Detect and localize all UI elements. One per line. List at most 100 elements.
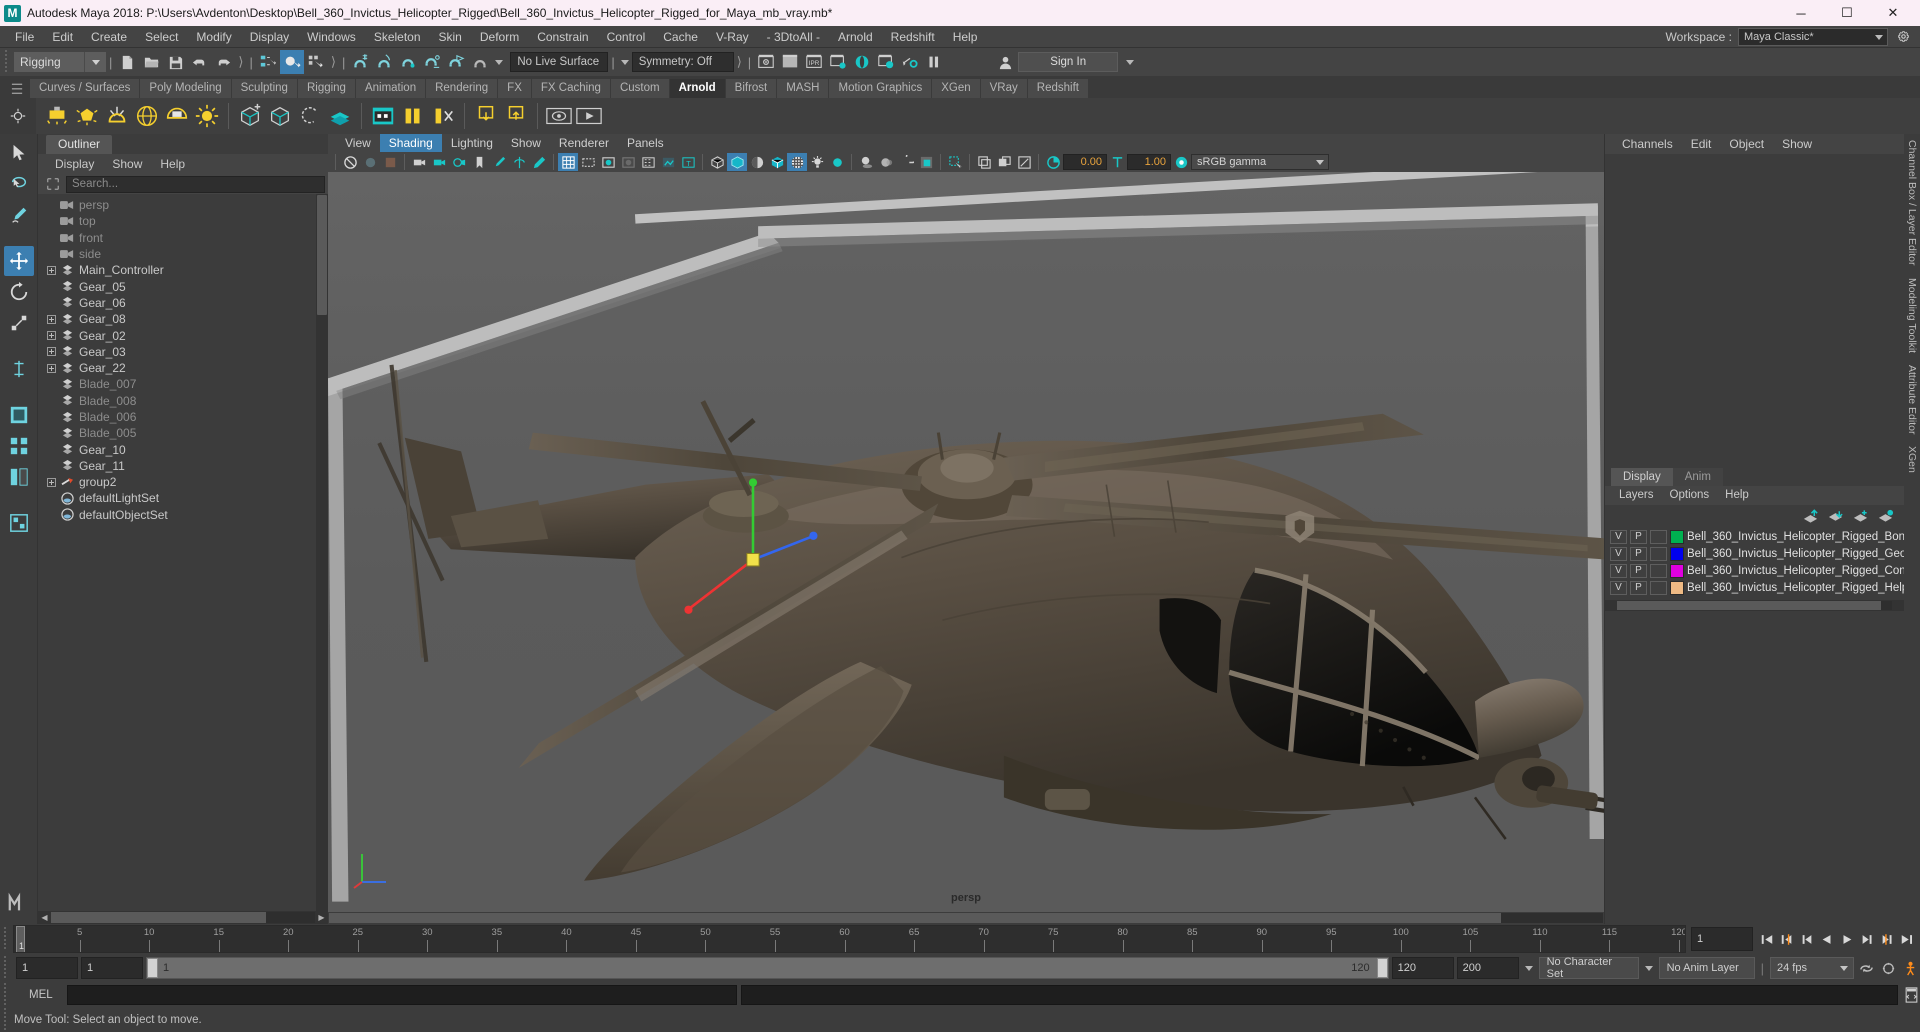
viewport-bottom-scrollbar[interactable] xyxy=(328,912,1604,924)
layer-color-swatch[interactable] xyxy=(1670,529,1684,544)
arnold-volume-icon[interactable] xyxy=(295,101,325,131)
outliner-item-defaultobjectset[interactable]: defaultObjectSet xyxy=(38,507,328,523)
select-by-object-type-icon[interactable] xyxy=(279,50,304,74)
xray-toggle-icon[interactable] xyxy=(876,153,896,171)
shelf-tab-redshift[interactable]: Redshift xyxy=(1027,79,1089,98)
menu-help[interactable]: Help xyxy=(944,26,987,48)
snap-to-curve-icon[interactable] xyxy=(372,50,396,74)
menu-windows[interactable]: Windows xyxy=(298,26,365,48)
channelbox-menu-edit[interactable]: Edit xyxy=(1682,134,1721,154)
toggle-multisample-icon[interactable] xyxy=(658,153,678,171)
outliner-item-group2[interactable]: group2 xyxy=(38,474,328,490)
select-camera-icon[interactable] xyxy=(340,153,360,171)
search-input[interactable] xyxy=(66,175,325,193)
menu-vray[interactable]: V-Ray xyxy=(707,26,758,48)
menu-skeleton[interactable]: Skeleton xyxy=(365,26,430,48)
channelbox-menu-show[interactable]: Show xyxy=(1773,134,1821,154)
rotate-tool-icon[interactable] xyxy=(4,277,34,307)
close-button[interactable]: ✕ xyxy=(1870,0,1916,26)
step-forward-key-icon[interactable] xyxy=(1877,928,1896,950)
shelf-tab-arnold[interactable]: Arnold xyxy=(669,79,726,98)
tab-display-layers[interactable]: Display xyxy=(1611,468,1673,486)
viewport-menu-view[interactable]: View xyxy=(336,134,380,152)
outliner-item-persp[interactable]: persp xyxy=(38,197,328,213)
shelf-tab-motion-graphics[interactable]: Motion Graphics xyxy=(829,79,933,98)
playback-end-time-field[interactable]: 120 xyxy=(1391,957,1454,979)
tab-anim-layers[interactable]: Anim xyxy=(1672,468,1723,486)
menu-display[interactable]: Display xyxy=(241,26,298,48)
arnold-standin-create-icon[interactable] xyxy=(235,101,265,131)
menu-cache[interactable]: Cache xyxy=(654,26,707,48)
layer-list-scrollbar[interactable] xyxy=(1605,600,1904,611)
layer-menu-layers[interactable]: Layers xyxy=(1611,486,1662,505)
shelf-tab-bifrost[interactable]: Bifrost xyxy=(725,79,778,98)
outliner-item-gear_22[interactable]: Gear_22 xyxy=(38,360,328,376)
color-management-icon[interactable] xyxy=(1171,153,1191,171)
time-cursor[interactable]: 1 xyxy=(16,926,25,952)
arnold-render-view-icon[interactable] xyxy=(368,101,398,131)
outliner-menu-display[interactable]: Display xyxy=(46,154,103,174)
viewport-menu-shading[interactable]: Shading xyxy=(379,134,442,152)
layer-playback-toggle[interactable]: P xyxy=(1630,546,1647,561)
four-view-layout-icon[interactable] xyxy=(4,431,34,461)
gamma-icon[interactable] xyxy=(1107,153,1127,171)
snap-to-view-plane-icon[interactable] xyxy=(444,50,468,74)
snap-options-arrow[interactable] xyxy=(492,52,506,72)
workspace-dropdown[interactable]: Maya Classic* xyxy=(1738,27,1888,46)
shelf-tab-fx-caching[interactable]: FX Caching xyxy=(531,79,611,98)
create-empty-layer-icon[interactable] xyxy=(1852,509,1869,523)
outliner-menu-help[interactable]: Help xyxy=(151,154,194,174)
animation-start-time-field[interactable]: 1 xyxy=(16,957,78,979)
command-input-field[interactable] xyxy=(67,985,737,1005)
outliner-item-gear_02[interactable]: Gear_02 xyxy=(38,327,328,343)
tear-off-view-icon[interactable] xyxy=(994,153,1014,171)
toggle-motion-blur-icon[interactable] xyxy=(638,153,658,171)
animation-end-time-field[interactable]: 200 xyxy=(1456,957,1519,979)
layer-playback-toggle[interactable]: P xyxy=(1630,563,1647,578)
arnold-preview-icon[interactable] xyxy=(544,101,574,131)
outliner-item-side[interactable]: side xyxy=(38,246,328,262)
display-layer-row[interactable]: V P Bell_360_Invictus_Helicopter_Rigged_Bo… xyxy=(1605,528,1904,545)
display-layer-list[interactable]: V P Bell_360_Invictus_Helicopter_Rigged_Bo… xyxy=(1605,527,1904,596)
arnold-scene-source-icon[interactable] xyxy=(325,101,355,131)
script-editor-icon[interactable] xyxy=(1902,985,1920,1005)
range-left-handle[interactable] xyxy=(147,958,158,978)
go-to-end-icon[interactable] xyxy=(1897,928,1916,950)
wireframe-shading-icon[interactable] xyxy=(707,153,727,171)
menu-file[interactable]: File xyxy=(6,26,43,48)
expand-toggle-icon[interactable] xyxy=(44,475,58,489)
outliner-item-front[interactable]: front xyxy=(38,230,328,246)
undo-icon[interactable] xyxy=(187,50,211,74)
viewport-menu-show[interactable]: Show xyxy=(502,134,550,152)
playback-speed-dropdown[interactable]: 24 fps xyxy=(1770,957,1854,979)
shelf-tab-custom[interactable]: Custom xyxy=(610,79,670,98)
outliner-item-blade_005[interactable]: Blade_005 xyxy=(38,425,328,441)
step-back-key-icon[interactable] xyxy=(1777,928,1796,950)
shelf-tab-mash[interactable]: MASH xyxy=(777,79,830,98)
wireframe-on-shaded-icon[interactable] xyxy=(767,153,787,171)
outliner-item-gear_03[interactable]: Gear_03 xyxy=(38,344,328,360)
menu-deform[interactable]: Deform xyxy=(471,26,528,48)
viewport-3d[interactable]: persp xyxy=(328,172,1604,912)
pause-render-icon[interactable] xyxy=(922,50,946,74)
viewport-menu-lighting[interactable]: Lighting xyxy=(442,134,502,152)
toggle-render-settings-icon[interactable] xyxy=(898,50,922,74)
texture-display-icon[interactable] xyxy=(787,153,807,171)
display-layer-row[interactable]: V P Bell_360_Invictus_Helicopter_Rigged_He… xyxy=(1605,579,1904,596)
anim-layer-arrow[interactable] xyxy=(1642,958,1656,978)
layer-visibility-toggle[interactable]: V xyxy=(1610,546,1627,561)
toolbar-grip-handle[interactable] xyxy=(3,50,10,74)
select-by-hierarchy-icon[interactable] xyxy=(256,50,280,74)
symmetry-arrow[interactable] xyxy=(618,52,632,72)
outliner-item-main_controller[interactable]: Main_Controller xyxy=(38,262,328,278)
arnold-play-sequence-icon[interactable] xyxy=(574,101,604,131)
arnold-physical-sky-icon[interactable] xyxy=(192,101,222,131)
command-language-label[interactable]: MEL xyxy=(17,989,63,1001)
grease-pencil-icon[interactable] xyxy=(529,153,549,171)
toggle-grid-icon[interactable] xyxy=(558,153,578,171)
layer-display-type-toggle[interactable] xyxy=(1650,529,1667,544)
arnold-import-ass-icon[interactable] xyxy=(501,101,531,131)
shaded-flat-icon[interactable] xyxy=(747,153,767,171)
move-layer-up-icon[interactable] xyxy=(1802,509,1819,523)
signin-button[interactable]: Sign In xyxy=(1018,52,1119,72)
